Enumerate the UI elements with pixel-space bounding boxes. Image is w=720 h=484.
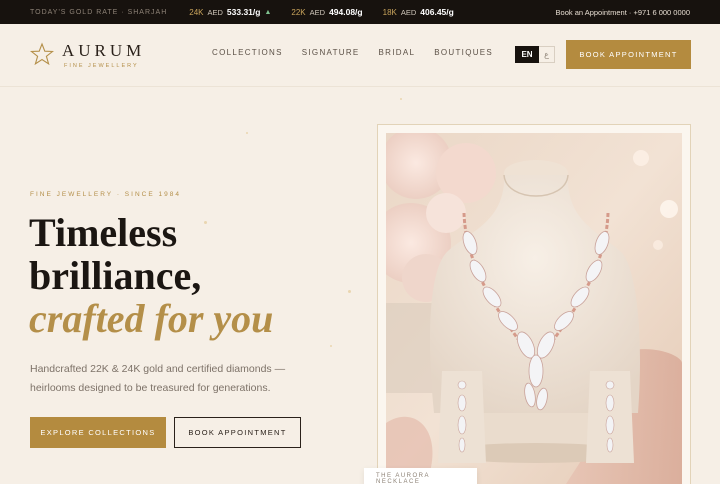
rate-24k: 24K AED 533.31/g ▲ (189, 7, 271, 17)
rate-18k: 18K AED 406.45/g (383, 7, 454, 17)
brand-logo[interactable]: AURUM FINE JEWELLERY (30, 42, 145, 69)
header-book-appointment-button[interactable]: BOOK APPOINTMENT (566, 40, 691, 69)
rate-currency: AED (400, 7, 417, 17)
appointment-contact-link[interactable]: Book an Appointment · +971 6 000 0000 (556, 8, 690, 17)
rate-value: 494.08/g (329, 7, 363, 17)
language-switcher: EN ع (515, 46, 555, 63)
main-nav: COLLECTIONS SIGNATURE BRIDAL BOUTIQUES (212, 48, 493, 57)
nav-signature[interactable]: SIGNATURE (302, 48, 360, 57)
header-divider (0, 86, 720, 87)
rate-value: 533.31/g (226, 7, 261, 17)
nav-boutiques[interactable]: BOUTIQUES (434, 48, 493, 57)
star-logo-icon (30, 42, 54, 66)
necklace-illustration (386, 133, 682, 484)
lang-en-button[interactable]: EN (515, 46, 539, 63)
ticker-label: TODAY'S GOLD RATE · SHARJAH (30, 8, 168, 16)
rate-currency: AED (309, 7, 326, 17)
sparkle-decoration (400, 98, 402, 100)
brand-tagline: FINE JEWELLERY (64, 63, 139, 69)
gold-rate-ticker: TODAY'S GOLD RATE · SHARJAH 24K AED 533.… (0, 0, 720, 24)
rate-currency: AED (207, 7, 223, 17)
necklace-photo (386, 133, 682, 484)
trend-up-icon: ▲ (264, 8, 272, 16)
rate-karat: 24K (189, 7, 204, 17)
headline-line-3: crafted for you (29, 296, 274, 341)
headline-line-2: brilliance, (29, 253, 202, 298)
nav-collections[interactable]: COLLECTIONS (212, 48, 283, 57)
hero-headline: Timeless brilliance, crafted for you (29, 211, 273, 340)
rate-karat: 18K (382, 7, 397, 17)
sparkle-decoration (246, 132, 248, 134)
sparkle-decoration (330, 345, 332, 347)
site-header: AURUM FINE JEWELLERY COLLECTIONS SIGNATU… (0, 24, 720, 86)
rate-value: 406.45/g (420, 7, 454, 17)
hero-lead-text: Handcrafted 22K & 24K gold and certified… (30, 363, 286, 394)
rate-karat: 22K (291, 7, 306, 17)
sparkle-decoration (348, 290, 351, 293)
nav-bridal[interactable]: BRIDAL (379, 48, 416, 57)
explore-collections-button[interactable]: EXPLORE COLLECTIONS (30, 417, 166, 448)
rate-22k: 22K AED 494.08/g (291, 7, 362, 17)
headline-line-1: Timeless (29, 210, 178, 255)
feature-caption: THE AURORA NECKLACE (364, 468, 477, 484)
brand-name: AURUM (62, 41, 146, 60)
book-appointment-button[interactable]: BOOK APPOINTMENT (174, 417, 301, 448)
hero-eyebrow: FINE JEWELLERY · SINCE 1984 (30, 191, 181, 198)
lang-ar-button[interactable]: ع (539, 46, 555, 63)
